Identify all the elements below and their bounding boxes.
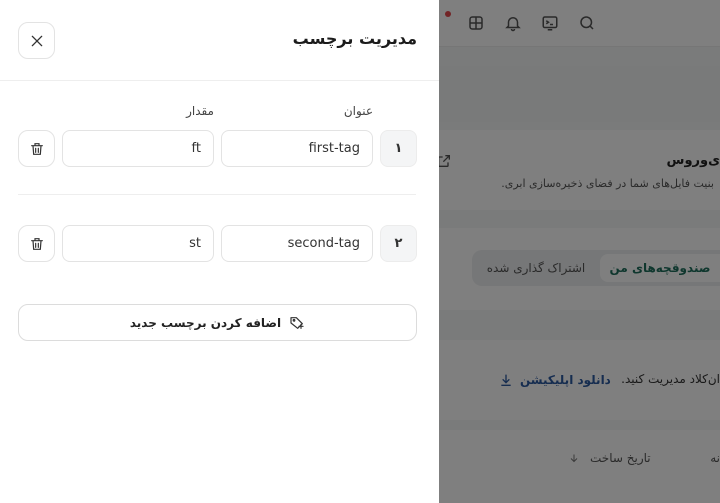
add-tag-button[interactable]: اضافه کردن برچسب جدید bbox=[18, 304, 417, 341]
tag-value-input[interactable] bbox=[62, 130, 214, 167]
delete-tag-button[interactable] bbox=[18, 225, 55, 262]
tag-title-input[interactable] bbox=[221, 130, 373, 167]
tag-title-input[interactable] bbox=[221, 225, 373, 262]
value-column-label: مقدار bbox=[186, 104, 214, 118]
drawer-header: مدیریت برچسب bbox=[0, 0, 439, 81]
tag-row: ۲ bbox=[0, 225, 439, 262]
delete-tag-button[interactable] bbox=[18, 130, 55, 167]
tag-value-input[interactable] bbox=[62, 225, 214, 262]
title-column-label: عنوان bbox=[343, 104, 373, 118]
row-index: ۱ bbox=[380, 130, 417, 167]
row-divider bbox=[18, 194, 416, 195]
close-button[interactable] bbox=[18, 22, 55, 59]
close-icon bbox=[31, 35, 42, 46]
row-index: ۲ bbox=[380, 225, 417, 262]
tag-manager-drawer: مدیریت برچسب عنوان مقدار ۱ ۲ اضافه کردن … bbox=[0, 0, 439, 503]
trash-icon bbox=[30, 142, 43, 155]
drawer-title: مدیریت برچسب bbox=[292, 29, 417, 48]
tag-row: ۱ bbox=[0, 130, 439, 167]
add-tag-label: اضافه کردن برچسب جدید bbox=[129, 315, 282, 330]
trash-icon bbox=[30, 237, 43, 250]
tag-add-icon bbox=[290, 316, 304, 329]
